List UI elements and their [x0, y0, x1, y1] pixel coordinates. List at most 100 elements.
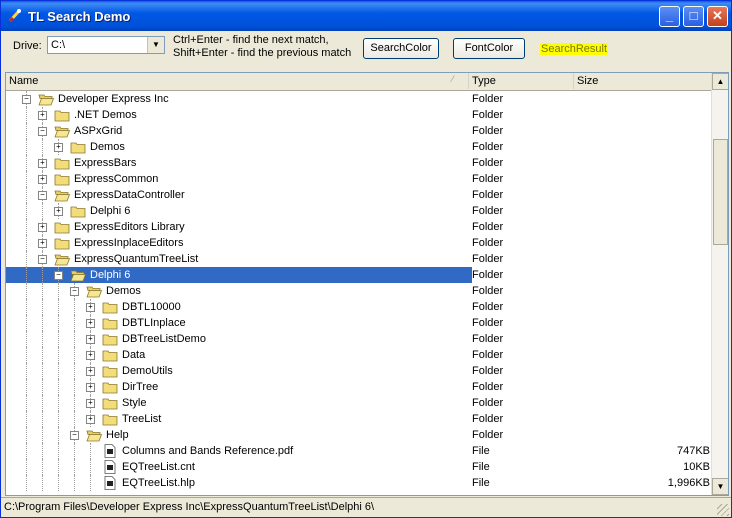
node-label: Delphi 6 — [90, 205, 131, 217]
tree-guide-line — [58, 379, 59, 395]
open-folder-icon — [70, 268, 87, 282]
tree-guide-line — [26, 411, 27, 427]
folder-icon — [70, 140, 86, 154]
toolbar: Drive: C:\ ▼ Ctrl+Enter - find the next … — [1, 31, 731, 71]
expand-icon[interactable]: + — [86, 399, 95, 408]
node-label: EQTreeList.hlp — [122, 477, 195, 489]
tree-row[interactable]: + DBTLInplace Folder — [6, 315, 711, 331]
tree-guide-line — [26, 203, 27, 219]
drive-label: Drive: — [13, 40, 42, 52]
tree-guide-line — [42, 283, 43, 299]
tree-row[interactable]: + TreeList Folder — [6, 411, 711, 427]
collapse-icon[interactable]: − — [38, 191, 47, 200]
tree-row[interactable]: − Help Folder — [6, 427, 711, 443]
expand-icon[interactable]: + — [38, 175, 47, 184]
column-header-name[interactable]: Name — [6, 73, 469, 89]
tree-row[interactable]: − Delphi 6 Folder — [6, 267, 711, 283]
expand-icon[interactable]: + — [38, 239, 47, 248]
tree-row[interactable]: − ExpressQuantumTreeList Folder — [6, 251, 711, 267]
tree-guide-line — [42, 395, 43, 411]
expand-icon[interactable]: + — [54, 143, 63, 152]
tree-row[interactable]: − ASPxGrid Folder — [6, 123, 711, 139]
maximize-button[interactable]: □ — [683, 6, 704, 27]
tree-row[interactable]: + DemoUtils Folder — [6, 363, 711, 379]
close-button[interactable]: ✕ — [707, 6, 728, 27]
folder-icon — [54, 220, 70, 234]
tree-row[interactable]: + ExpressBars Folder — [6, 155, 711, 171]
tree-guide-line — [74, 347, 75, 363]
expand-icon[interactable]: + — [38, 111, 47, 120]
expand-icon[interactable]: + — [86, 335, 95, 344]
column-header-type[interactable]: Type — [469, 73, 574, 89]
expand-icon[interactable]: + — [38, 159, 47, 168]
tree-guide-line — [74, 459, 75, 475]
resize-grip-icon[interactable] — [717, 504, 729, 516]
keyboard-hint: Ctrl+Enter - find the next match, Shift+… — [173, 34, 351, 60]
tree-guide-line — [26, 427, 27, 443]
font-color-button[interactable]: FontColor — [453, 38, 525, 59]
column-header-size[interactable]: Size — [574, 73, 711, 89]
tree-row[interactable]: + DBTreeListDemo Folder — [6, 331, 711, 347]
open-folder-icon — [38, 92, 55, 106]
tree-row[interactable]: + DBTL10000 Folder — [6, 299, 711, 315]
tree-row[interactable]: + .NET Demos Folder — [6, 107, 711, 123]
folder-icon — [102, 348, 118, 362]
node-label: Columns and Bands Reference.pdf — [122, 445, 294, 457]
expand-icon[interactable]: + — [86, 383, 95, 392]
tree-row[interactable]: + DirTree Folder — [6, 379, 711, 395]
expand-icon[interactable]: + — [86, 351, 95, 360]
tree-row[interactable]: − ExpressDataController Folder — [6, 187, 711, 203]
vertical-scrollbar[interactable]: ▲ ▼ — [711, 73, 728, 495]
type-cell: Folder — [472, 301, 504, 313]
tree-row[interactable]: + ExpressInplaceEditors Folder — [6, 235, 711, 251]
expand-icon[interactable]: + — [86, 303, 95, 312]
collapse-icon[interactable]: − — [38, 255, 47, 264]
node-label: Developer Express Inc — [58, 93, 169, 105]
tree-guide-line — [58, 299, 59, 315]
tree-list[interactable]: Name ⁄ Type Size − Developer Express Inc F… — [5, 72, 729, 496]
scroll-up-button[interactable]: ▲ — [712, 73, 728, 90]
minimize-button[interactable]: _ — [659, 6, 680, 27]
tree-row[interactable]: + Delphi 6 Folder — [6, 203, 711, 219]
type-cell: Folder — [472, 253, 504, 265]
tree-row[interactable]: − Developer Express Inc Folder — [6, 91, 711, 107]
type-cell: Folder — [472, 221, 504, 233]
expand-icon[interactable]: + — [38, 223, 47, 232]
collapse-icon[interactable]: − — [22, 95, 31, 104]
chevron-down-icon[interactable]: ▼ — [147, 37, 164, 53]
column-header-row: Name ⁄ Type Size — [6, 73, 711, 91]
type-cell: Folder — [472, 189, 504, 201]
drive-combobox[interactable]: C:\ ▼ — [47, 36, 165, 54]
file-icon — [102, 460, 118, 474]
tree-row[interactable]: EQTreeList.cnt File 10KB — [6, 459, 711, 475]
expand-icon[interactable]: + — [86, 367, 95, 376]
tree-row[interactable]: EQTreeList.hlp File 1,996KB — [6, 475, 711, 491]
tree-guide-line — [26, 347, 27, 363]
title-bar[interactable]: TL Search Demo _ □ ✕ — [1, 1, 731, 31]
collapse-icon[interactable]: − — [38, 127, 47, 136]
tree-row[interactable]: + Demos Folder — [6, 139, 711, 155]
tree-guide-line — [42, 379, 43, 395]
tree-guide-line — [42, 299, 43, 315]
tree-row[interactable]: + Data Folder — [6, 347, 711, 363]
collapse-icon[interactable]: − — [54, 271, 63, 280]
search-color-button[interactable]: SearchColor — [363, 38, 439, 59]
folder-icon — [54, 108, 70, 122]
tree-row[interactable]: + ExpressCommon Folder — [6, 171, 711, 187]
scroll-thumb[interactable] — [713, 139, 728, 245]
expand-icon[interactable]: + — [86, 415, 95, 424]
node-label: DirTree — [122, 381, 159, 393]
scroll-down-button[interactable]: ▼ — [712, 478, 728, 495]
tree-row[interactable]: Columns and Bands Reference.pdf File 747KB — [6, 443, 711, 459]
node-label: Demos — [90, 141, 125, 153]
expand-icon[interactable]: + — [54, 207, 63, 216]
tree-guide-line — [26, 459, 27, 475]
tree-row[interactable]: − Demos Folder — [6, 283, 711, 299]
collapse-icon[interactable]: − — [70, 287, 79, 296]
tree-guide-line — [26, 299, 27, 315]
tree-row[interactable]: + ExpressEditors Library Folder — [6, 219, 711, 235]
node-label: TreeList — [122, 413, 162, 425]
expand-icon[interactable]: + — [86, 319, 95, 328]
collapse-icon[interactable]: − — [70, 431, 79, 440]
tree-row[interactable]: + Style Folder — [6, 395, 711, 411]
